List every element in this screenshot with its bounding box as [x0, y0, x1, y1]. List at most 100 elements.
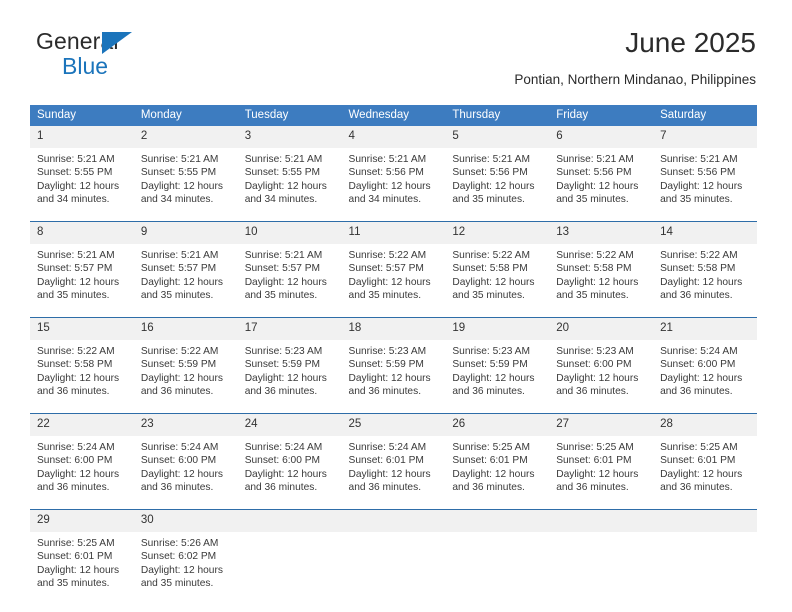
calendar-header-row-group: Sunday Monday Tuesday Wednesday Thursday… — [30, 105, 757, 126]
day-number: 19 — [445, 318, 550, 340]
sunrise-time: Sunrise: 5:22 AM — [140, 346, 219, 357]
calendar-day-cell[interactable]: 10 Sunrise: 5:21 AM Sunset: 5:57 PM Dayligh… — [237, 221, 342, 318]
sunset-time: Sunset: 5:57 PM — [244, 263, 321, 275]
calendar-day-cell[interactable]: 7 Sunrise: 5:21 AM Sunset: 5:56 PM Daylight… — [653, 126, 757, 222]
sunset-time: Sunset: 5:56 PM — [556, 167, 632, 179]
daylight-duration-line1: Daylight: 12 hours — [452, 180, 535, 192]
calendar-day-cell[interactable]: 28 Sunrise: 5:25 AM Sunset: 6:01 PM Dayligh… — [653, 413, 757, 510]
day-details: Sunrise: 5:21 AM Sunset: 5:56 PM Daylight:… — [342, 148, 446, 221]
daylight-duration-line1: Daylight: 12 hours — [556, 372, 639, 384]
sunrise-time: Sunrise: 5:23 AM — [452, 346, 530, 357]
calendar-day-cell[interactable]: 19 Sunrise: 5:23 AM Sunset: 5:59 PM Dayligh… — [445, 317, 550, 414]
sunrise-time: Sunrise: 5:23 AM — [556, 346, 634, 357]
calendar-day-cell[interactable]: 13 Sunrise: 5:22 AM Sunset: 5:58 PM Dayligh… — [549, 221, 654, 318]
day-number: 27 — [549, 414, 654, 436]
day-details: Sunrise: 5:25 AM Sunset: 6:01 PM Daylight:… — [445, 436, 549, 509]
calendar-day-cell[interactable]: 22 Sunrise: 5:24 AM Sunset: 6:00 PM Dayligh… — [30, 413, 134, 510]
daylight-duration-line2: and 34 minutes. — [244, 194, 318, 206]
calendar-day-cell[interactable]: 1 Sunrise: 5:21 AM Sunset: 5:55 PM Daylight… — [30, 126, 134, 222]
calendar-day-cell[interactable]: 21 Sunrise: 5:24 AM Sunset: 6:00 PM Dayligh… — [653, 317, 757, 414]
daylight-duration-line2: and 35 minutes. — [37, 290, 110, 302]
daylight-duration-line2: and 34 minutes. — [37, 194, 110, 206]
calendar-day-cell[interactable]: 9 Sunrise: 5:21 AM Sunset: 5:57 PM Daylight… — [133, 221, 238, 318]
calendar-day-cell[interactable]: 27 Sunrise: 5:25 AM Sunset: 6:01 PM Dayligh… — [549, 413, 654, 510]
sunset-time: Sunset: 5:59 PM — [140, 359, 217, 371]
day-number — [445, 510, 550, 532]
sunrise-time: Sunrise: 5:22 AM — [348, 250, 427, 261]
calendar-day-cell-empty — [341, 509, 446, 605]
daylight-duration-line1: Daylight: 12 hours — [37, 276, 120, 288]
daylight-duration-line2: and 35 minutes. — [556, 290, 629, 302]
sunset-time: Sunset: 6:00 PM — [244, 455, 321, 467]
day-details: Sunrise: 5:24 AM Sunset: 6:00 PM Daylight:… — [30, 436, 134, 509]
daylight-duration-line1: Daylight: 12 hours — [452, 276, 535, 288]
day-details: Sunrise: 5:25 AM Sunset: 6:01 PM Daylight:… — [549, 436, 653, 509]
day-number: 21 — [653, 318, 757, 340]
day-details — [549, 532, 653, 605]
calendar-day-cell[interactable]: 25 Sunrise: 5:24 AM Sunset: 6:01 PM Dayligh… — [341, 413, 446, 510]
calendar-day-cell[interactable]: 2 Sunrise: 5:21 AM Sunset: 5:55 PM Daylight… — [133, 126, 238, 222]
calendar-day-cell[interactable]: 4 Sunrise: 5:21 AM Sunset: 5:56 PM Daylight… — [341, 126, 446, 222]
daylight-duration-line1: Daylight: 12 hours — [556, 276, 639, 288]
day-details: Sunrise: 5:25 AM Sunset: 6:01 PM Daylight:… — [653, 436, 757, 509]
day-details: Sunrise: 5:23 AM Sunset: 5:59 PM Daylight:… — [238, 340, 342, 413]
day-details: Sunrise: 5:21 AM Sunset: 5:57 PM Daylight:… — [238, 244, 342, 317]
sunrise-time: Sunrise: 5:21 AM — [452, 154, 530, 165]
day-details: Sunrise: 5:21 AM Sunset: 5:57 PM Daylight:… — [30, 244, 134, 317]
day-details: Sunrise: 5:25 AM Sunset: 6:01 PM Daylight:… — [30, 532, 134, 605]
sunset-time: Sunset: 5:55 PM — [37, 167, 113, 179]
calendar-day-cell[interactable]: 11 Sunrise: 5:22 AM Sunset: 5:57 PM Dayligh… — [341, 221, 446, 318]
daylight-duration-line1: Daylight: 12 hours — [452, 468, 535, 480]
sunrise-time: Sunrise: 5:23 AM — [244, 346, 323, 357]
calendar-day-cell[interactable]: 12 Sunrise: 5:22 AM Sunset: 5:58 PM Dayligh… — [445, 221, 550, 318]
calendar-day-cell[interactable]: 16 Sunrise: 5:22 AM Sunset: 5:59 PM Dayligh… — [133, 317, 238, 414]
calendar-day-cell[interactable]: 3 Sunrise: 5:21 AM Sunset: 5:55 PM Daylight… — [237, 126, 342, 222]
generalblue-logo[interactable]: General Blue — [36, 30, 216, 86]
calendar-day-cell[interactable]: 23 Sunrise: 5:24 AM Sunset: 6:00 PM Dayligh… — [133, 413, 238, 510]
day-number: 9 — [133, 222, 238, 244]
calendar-week-row: 29 Sunrise: 5:25 AM Sunset: 6:01 PM Dayligh… — [30, 509, 757, 605]
calendar-day-cell[interactable]: 20 Sunrise: 5:23 AM Sunset: 6:00 PM Dayligh… — [549, 317, 654, 414]
day-number: 4 — [341, 126, 446, 148]
calendar-day-cell[interactable]: 6 Sunrise: 5:21 AM Sunset: 5:56 PM Daylight… — [549, 126, 654, 222]
calendar-day-cell[interactable]: 26 Sunrise: 5:25 AM Sunset: 6:01 PM Dayligh… — [445, 413, 550, 510]
calendar-day-cell[interactable]: 18 Sunrise: 5:23 AM Sunset: 5:59 PM Dayligh… — [341, 317, 446, 414]
calendar-day-cell-empty — [445, 509, 550, 605]
daylight-duration-line1: Daylight: 12 hours — [660, 180, 743, 192]
daylight-duration-line2: and 36 minutes. — [244, 482, 318, 494]
daylight-duration-line1: Daylight: 12 hours — [140, 372, 223, 384]
calendar-day-cell[interactable]: 14 Sunrise: 5:22 AM Sunset: 5:58 PM Dayligh… — [653, 221, 757, 318]
day-number: 30 — [133, 510, 238, 532]
day-details: Sunrise: 5:22 AM Sunset: 5:58 PM Daylight:… — [445, 244, 549, 317]
day-number: 25 — [341, 414, 446, 436]
sunrise-time: Sunrise: 5:23 AM — [348, 346, 427, 357]
calendar-day-cell[interactable]: 24 Sunrise: 5:24 AM Sunset: 6:00 PM Dayligh… — [237, 413, 342, 510]
calendar-day-cell[interactable]: 29 Sunrise: 5:25 AM Sunset: 6:01 PM Dayligh… — [30, 509, 134, 605]
calendar-week-row: 1 Sunrise: 5:21 AM Sunset: 5:55 PM Daylight… — [30, 126, 757, 222]
calendar-day-cell-empty — [237, 509, 342, 605]
calendar-day-cell[interactable]: 5 Sunrise: 5:21 AM Sunset: 5:56 PM Daylight… — [445, 126, 550, 222]
calendar-day-cell[interactable]: 17 Sunrise: 5:23 AM Sunset: 5:59 PM Dayligh… — [237, 317, 342, 414]
calendar-week-row: 8 Sunrise: 5:21 AM Sunset: 5:57 PM Daylight… — [30, 221, 757, 318]
daylight-duration-line1: Daylight: 12 hours — [37, 564, 120, 576]
daylight-duration-line1: Daylight: 12 hours — [140, 564, 223, 576]
calendar-day-cell[interactable]: 30 Sunrise: 5:26 AM Sunset: 6:02 PM Dayligh… — [133, 509, 238, 605]
day-details: Sunrise: 5:23 AM Sunset: 5:59 PM Daylight:… — [342, 340, 446, 413]
calendar-day-cell[interactable]: 8 Sunrise: 5:21 AM Sunset: 5:57 PM Daylight… — [30, 221, 134, 318]
day-details: Sunrise: 5:24 AM Sunset: 6:00 PM Daylight:… — [134, 436, 238, 509]
daylight-duration-line1: Daylight: 12 hours — [348, 372, 431, 384]
daylight-duration-line1: Daylight: 12 hours — [660, 276, 743, 288]
day-number — [341, 510, 446, 532]
sunrise-time: Sunrise: 5:22 AM — [556, 250, 634, 261]
day-number: 3 — [237, 126, 342, 148]
sunset-time: Sunset: 6:02 PM — [140, 551, 217, 563]
sunrise-time: Sunrise: 5:21 AM — [140, 154, 219, 165]
daylight-duration-line1: Daylight: 12 hours — [244, 468, 327, 480]
sunrise-time: Sunrise: 5:21 AM — [37, 250, 115, 261]
sunset-time: Sunset: 5:56 PM — [452, 167, 528, 179]
calendar-day-cell[interactable]: 15 Sunrise: 5:22 AM Sunset: 5:58 PM Dayligh… — [30, 317, 134, 414]
sunrise-time: Sunrise: 5:21 AM — [244, 250, 323, 261]
daylight-duration-line2: and 36 minutes. — [556, 386, 629, 398]
sunrise-time: Sunrise: 5:24 AM — [37, 442, 115, 453]
day-number: 16 — [133, 318, 238, 340]
